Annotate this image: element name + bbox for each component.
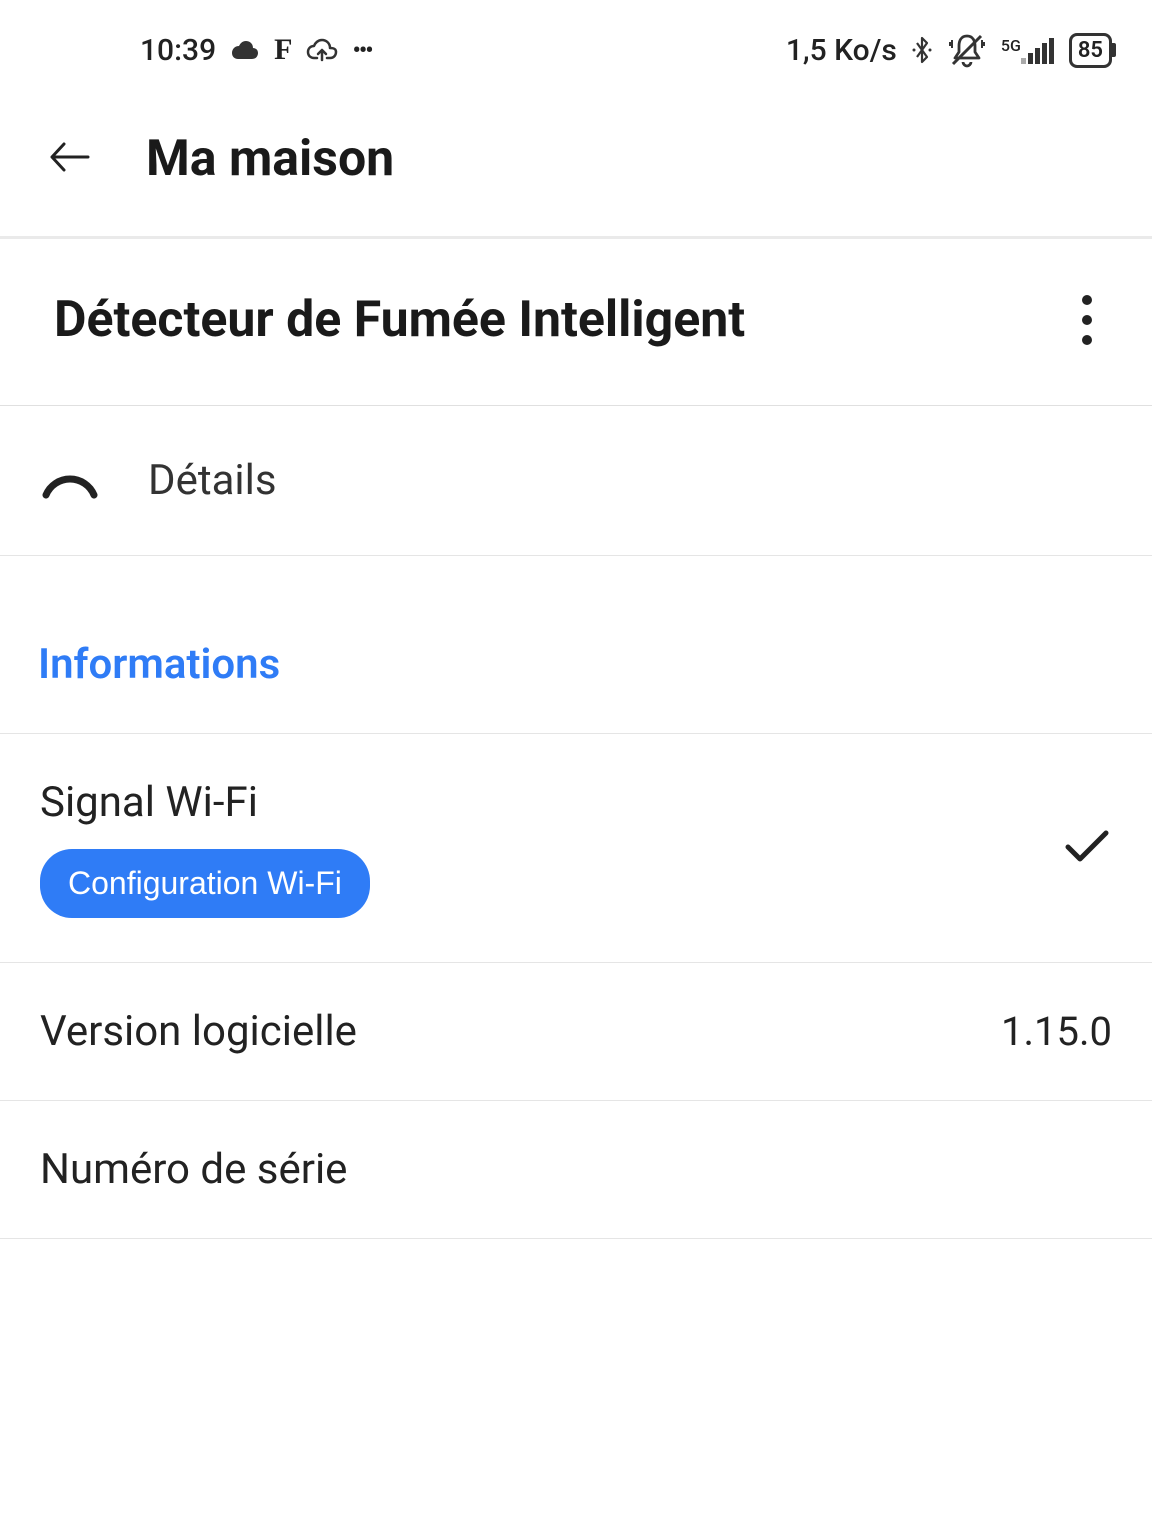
battery-indicator: 85 <box>1069 33 1112 68</box>
more-menu-button[interactable] <box>1076 289 1098 351</box>
status-time: 10:39 <box>140 33 216 68</box>
check-icon <box>1062 825 1112 871</box>
device-header: Détecteur de Fumée Intelligent <box>0 239 1152 406</box>
status-right: 1,5 Ko/s 5G 85 <box>786 32 1112 68</box>
battery-percent: 85 <box>1078 38 1103 63</box>
software-version-label: Version logicielle <box>40 1007 357 1056</box>
serial-number-label: Numéro de série <box>40 1145 347 1194</box>
more-dots-icon: ••• <box>352 36 371 64</box>
details-label: Détails <box>148 456 277 505</box>
wifi-config-button[interactable]: Configuration Wi-Fi <box>40 849 370 918</box>
info-row-serial-number[interactable]: Numéro de série <box>0 1101 1152 1239</box>
info-row-software-version[interactable]: Version logicielle 1.15.0 <box>0 963 1152 1101</box>
back-button[interactable] <box>48 139 92 179</box>
info-row-wifi: Signal Wi-Fi Configuration Wi-Fi <box>0 734 1152 963</box>
cloud-icon <box>230 39 260 61</box>
signal-group: 5G <box>1001 36 1055 64</box>
wifi-left: Signal Wi-Fi Configuration Wi-Fi <box>40 778 370 918</box>
details-row[interactable]: Détails <box>0 406 1152 556</box>
section-title: Informations <box>38 640 1112 689</box>
signal-bars-icon <box>1021 36 1055 64</box>
mute-vibrate-icon <box>947 32 987 68</box>
status-bar: 10:39 F ••• 1,5 Ko/s 5G 85 <box>0 0 1152 100</box>
status-data-rate: 1,5 Ko/s <box>786 33 897 68</box>
device-name: Détecteur de Fumée Intelligent <box>54 291 745 349</box>
app-header: Ma maison <box>0 100 1152 236</box>
wifi-label: Signal Wi-Fi <box>40 778 370 827</box>
status-left: 10:39 F ••• <box>40 33 372 68</box>
gauge-icon <box>40 459 100 503</box>
network-label: 5G <box>1001 36 1021 55</box>
f-letter-icon: F <box>274 33 292 67</box>
bluetooth-icon <box>911 34 933 66</box>
software-version-value: 1.15.0 <box>1001 1008 1112 1055</box>
section-header-informations: Informations <box>0 556 1152 734</box>
cloud-upload-icon <box>306 37 338 63</box>
page-title: Ma maison <box>146 130 394 188</box>
